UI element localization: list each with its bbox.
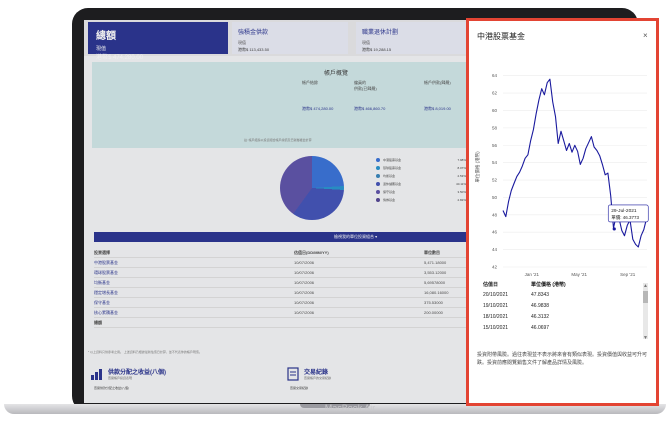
table-row: 15/10/2021 46.0697	[483, 325, 566, 336]
y-tick-label: 44	[492, 247, 498, 252]
y-tick-label: 46	[492, 230, 498, 235]
th-unit-price: 單位價格 (港幣)	[531, 282, 566, 288]
tooltip-date: 29-Jul-2021	[611, 208, 637, 214]
tooltip-value: 單價: 46.3773	[611, 214, 639, 221]
cell-date: 18/10/2021	[483, 314, 509, 320]
y-tick-label: 50	[492, 195, 498, 200]
y-tick-label: 42	[492, 265, 498, 270]
table-scrollbar-thumb[interactable]	[643, 291, 648, 303]
close-icon[interactable]: ×	[643, 31, 648, 40]
investment-disclaimer: 投資附帶風險。過往表現並不表示將來會有類似表現。投資價值與收益可升可跌。投資前應…	[477, 352, 648, 366]
cell-date: 15/10/2021	[483, 325, 509, 331]
x-tick-label: May '21	[571, 272, 587, 277]
fund-price-modal: 中港股票基金 × 42 44 46 48 50 52 54 56 58 60 62 64 Jan '21…	[466, 18, 659, 406]
x-tick-label: Sep '21	[620, 272, 636, 277]
y-tick-label: 56	[492, 143, 498, 148]
modal-title: 中港股票基金	[477, 32, 525, 41]
scroll-up-icon[interactable]: ▲	[643, 283, 648, 289]
y-tick-label: 52	[492, 178, 498, 183]
cell-price: 46.3132	[531, 314, 550, 320]
cell-date: 20/10/2021	[483, 292, 509, 298]
cell-price: 46.9838	[531, 303, 550, 309]
y-axis-label: 單位價格 (港幣)	[474, 151, 481, 183]
price-history-chart: 42 44 46 48 50 52 54 56 58 60 62 64 Jan '21 May '21 Se…	[474, 73, 649, 277]
price-table-header: 估值日 單位價格 (港幣)	[483, 281, 566, 292]
x-tick-label: Jan '21	[525, 272, 540, 277]
table-row: 18/10/2021 46.3132	[483, 314, 566, 325]
y-tick-label: 60	[492, 108, 498, 113]
price-table: 估值日 單位價格 (港幣) 20/10/2021 47.8343 19/10/20…	[483, 281, 566, 336]
scroll-down-icon[interactable]: ▼	[643, 335, 648, 341]
cell-price: 47.8343	[531, 292, 550, 298]
y-tick-label: 62	[492, 91, 498, 96]
y-tick-label: 64	[492, 73, 498, 78]
y-tick-label: 54	[492, 160, 498, 165]
laptop-brand-label: MacBook Air	[324, 403, 376, 413]
y-tick-label: 48	[492, 212, 498, 217]
th-valuation-date: 估值日	[483, 282, 499, 288]
cell-date: 19/10/2021	[483, 303, 509, 309]
tooltip-marker	[612, 227, 616, 231]
cell-price: 46.0697	[531, 325, 550, 331]
table-row: 20/10/2021 47.8343	[483, 292, 566, 303]
table-row: 19/10/2021 46.9838	[483, 303, 566, 314]
y-tick-label: 58	[492, 125, 498, 130]
